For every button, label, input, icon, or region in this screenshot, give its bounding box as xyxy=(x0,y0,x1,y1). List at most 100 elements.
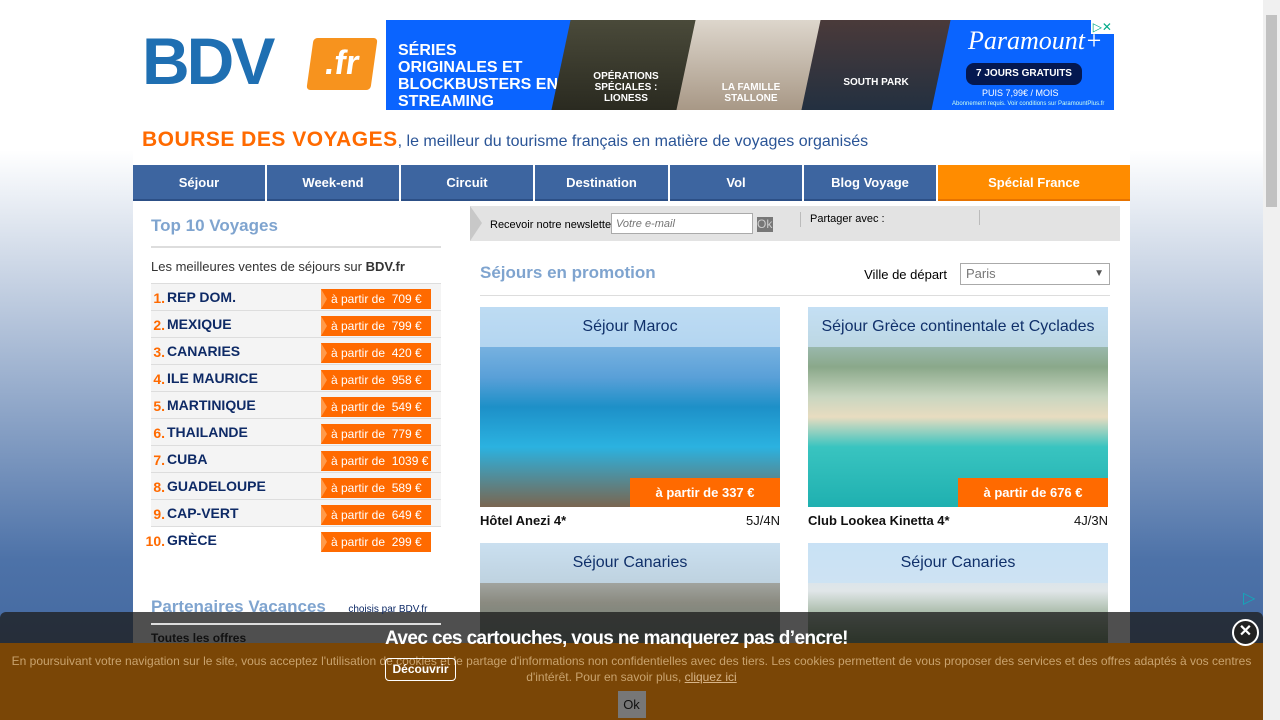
scrollbar-thumb[interactable] xyxy=(1266,15,1277,207)
chevron-down-icon: ▼ xyxy=(1094,268,1104,279)
card-price: à partir de 337 € xyxy=(630,478,780,507)
card-hotel: Club Lookea Kinetta 4* xyxy=(808,513,950,528)
promo-section: Séjours en promotion Ville de départ Par… xyxy=(480,263,1110,296)
partners-note: choisis par BDV.fr xyxy=(348,604,428,615)
top10-item[interactable]: 2. MEXIQUE à partir de 799 € xyxy=(151,310,441,337)
rank: 8. xyxy=(153,479,165,495)
bdv-logo[interactable]: BDV .fr xyxy=(142,24,378,98)
subtitle-brand: BDV.fr xyxy=(365,259,405,274)
destination[interactable]: CANARIES xyxy=(167,343,240,359)
city-value: Paris xyxy=(966,266,996,281)
destination[interactable]: MEXIQUE xyxy=(167,316,232,332)
divider xyxy=(979,210,980,225)
price-button[interactable]: à partir de 420 € xyxy=(321,343,431,363)
nav-blog-voyage[interactable]: Blog Voyage xyxy=(804,165,936,201)
destination[interactable]: GRÈCE xyxy=(167,532,217,548)
divider xyxy=(151,623,441,625)
divider xyxy=(151,246,441,248)
price-button[interactable]: à partir de 649 € xyxy=(321,505,431,525)
ad-show: OPÉRATIONS SPÉCIALES : LIONESS xyxy=(593,71,659,104)
newsletter-ok-button[interactable]: Ok xyxy=(757,217,773,232)
top10-subtitle: Les meilleures ventes de séjours sur BDV… xyxy=(151,259,441,274)
top10-item[interactable]: 6. THAILANDE à partir de 779 € xyxy=(151,418,441,445)
price-button[interactable]: à partir de 299 € xyxy=(321,532,431,552)
rank: 7. xyxy=(153,452,165,468)
top10-item[interactable]: 5. MARTINIQUE à partir de 549 € xyxy=(151,391,441,418)
scrollbar[interactable] xyxy=(1263,0,1280,720)
ad-image xyxy=(801,20,951,110)
price-button[interactable]: à partir de 549 € xyxy=(321,397,431,417)
card-caption: Séjour Canaries xyxy=(808,543,1108,583)
price-button[interactable]: à partir de 958 € xyxy=(321,370,431,390)
destination[interactable]: CUBA xyxy=(167,451,207,467)
rank: 5. xyxy=(153,398,165,414)
logo-suffix: .fr xyxy=(306,38,378,90)
top10-item[interactable]: 7. CUBA à partir de 1039 € xyxy=(151,445,441,472)
rank: 3. xyxy=(153,344,165,360)
top10-item[interactable]: 10. GRÈCE à partir de 299 € xyxy=(146,526,441,553)
adchoices-icon[interactable]: ▷ xyxy=(1243,588,1255,608)
rank: 9. xyxy=(153,506,165,522)
card-image: Séjour Maroc à partir de 337 € xyxy=(480,307,780,507)
overlay-ad-discover-button[interactable]: Découvrir xyxy=(385,658,456,681)
top10-item[interactable]: 3. CANARIES à partir de 420 € xyxy=(151,337,441,364)
nav-circuit[interactable]: Circuit xyxy=(401,165,533,201)
ad-cta[interactable]: 7 JOURS GRATUITS xyxy=(966,63,1082,85)
city-label: Ville de départ xyxy=(864,267,947,282)
top10-item[interactable]: 9. CAP-VERT à partir de 649 € xyxy=(151,499,441,526)
arrow-icon xyxy=(470,206,482,241)
ad-show: LA FAMILLE STALLONE xyxy=(721,82,781,104)
card-caption: Séjour Maroc xyxy=(480,307,780,347)
promo-card[interactable]: Séjour Grèce continentale et Cyclades à … xyxy=(808,307,1108,528)
price-button[interactable]: à partir de 709 € xyxy=(321,289,431,309)
divider xyxy=(800,212,801,227)
destination[interactable]: MARTINIQUE xyxy=(167,397,256,413)
price-button[interactable]: à partir de 799 € xyxy=(321,316,431,336)
banner-ad[interactable]: SÉRIES ORIGINALES ET BLOCKBUSTERS EN STR… xyxy=(386,20,1114,110)
top10-item[interactable]: 4. ILE MAURICE à partir de 958 € xyxy=(151,364,441,391)
newsletter-email-input[interactable] xyxy=(611,213,753,234)
price-button[interactable]: à partir de 589 € xyxy=(321,478,431,498)
card-hotel: Hôtel Anezi 4* xyxy=(480,513,567,528)
adchoices-close-icon[interactable]: ▷✕ xyxy=(1090,20,1114,34)
top10-item[interactable]: 8. GUADELOUPE à partir de 589 € xyxy=(151,472,441,499)
rank: 4. xyxy=(153,371,165,387)
destination[interactable]: ILE MAURICE xyxy=(167,370,258,386)
subtitle-text: Les meilleures ventes de séjours sur xyxy=(151,259,362,274)
destination[interactable]: THAILANDE xyxy=(167,424,248,440)
rank: 10. xyxy=(145,533,165,549)
destination[interactable]: CAP-VERT xyxy=(167,505,239,521)
share-label: Partager avec : xyxy=(810,213,885,225)
tagline-text: , le meilleur du tourisme français en ma… xyxy=(397,133,869,150)
top10-item[interactable]: 1. REP DOM. à partir de 709 € xyxy=(151,283,441,310)
top10-list: 1. REP DOM. à partir de 709 € 2. MEXIQUE à pa… xyxy=(146,283,441,553)
newsletter-bar: Recevoir notre newsletter Ok Partager av… xyxy=(470,206,1120,241)
city-select[interactable]: Paris ▼ xyxy=(960,263,1110,285)
cookie-text: En poursuivant votre navigation sur le s… xyxy=(11,654,1252,684)
divider xyxy=(480,295,1110,296)
top10-panel: Top 10 Voyages Les meilleures ventes de … xyxy=(146,206,441,553)
nav-vol[interactable]: Vol xyxy=(670,165,802,201)
card-price: à partir de 676 € xyxy=(958,478,1108,507)
nav-destination[interactable]: Destination xyxy=(535,165,668,201)
ad-conditions: Abonnement requis. Voir conditions sur P… xyxy=(952,101,1105,107)
card-image: Séjour Grèce continentale et Cyclades à … xyxy=(808,307,1108,507)
destination[interactable]: REP DOM. xyxy=(167,289,236,305)
nav-sejour[interactable]: Séjour xyxy=(133,165,265,201)
logo-text: BDV xyxy=(142,24,275,98)
cookie-more-link[interactable]: cliquez ici xyxy=(685,670,737,684)
partners-title: Partenaires Vacances xyxy=(151,597,326,616)
cookie-banner: En poursuivant votre navigation sur le s… xyxy=(0,643,1263,720)
tagline-brand: BOURSE DES VOYAGES xyxy=(142,128,398,151)
card-duration: 5J/4N xyxy=(746,513,780,528)
price-button[interactable]: à partir de 779 € xyxy=(321,424,431,444)
destination[interactable]: GUADELOUPE xyxy=(167,478,266,494)
cookie-ok-button[interactable]: Ok xyxy=(617,691,646,718)
ad-price: PUIS 7,99€ / MOIS xyxy=(982,88,1059,98)
nav-week-end[interactable]: Week-end xyxy=(267,165,399,201)
rank: 6. xyxy=(153,425,165,441)
nav-special-france[interactable]: Spécial France xyxy=(938,165,1130,201)
close-icon[interactable]: ✕ xyxy=(1232,619,1259,646)
promo-card[interactable]: Séjour Maroc à partir de 337 € Hôtel Ane… xyxy=(480,307,780,528)
price-button[interactable]: à partir de 1039 € xyxy=(321,451,431,471)
